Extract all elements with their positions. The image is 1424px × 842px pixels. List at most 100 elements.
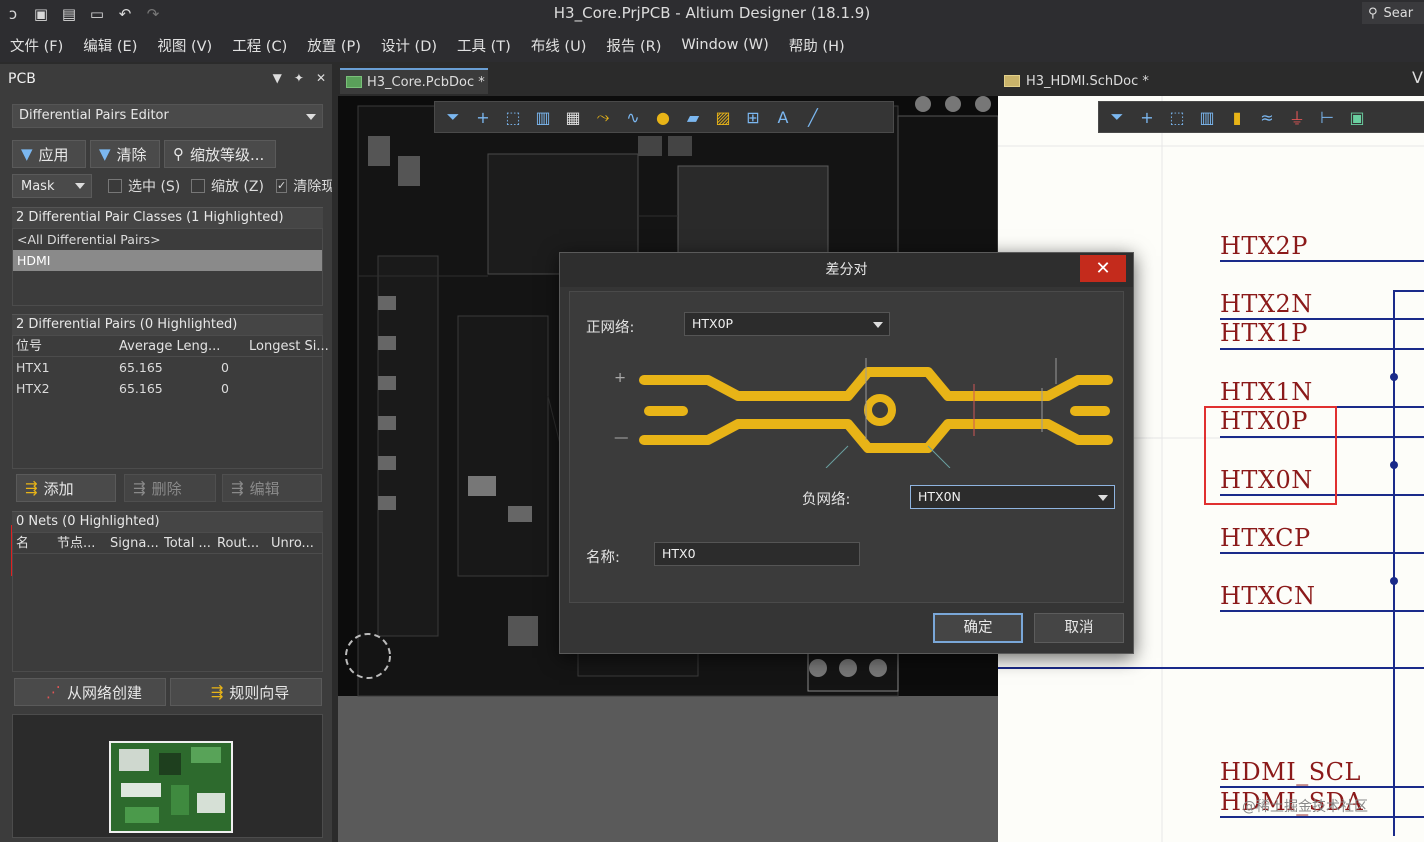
column-header[interactable]: 位号 xyxy=(16,336,42,357)
rule-wizard-button[interactable]: ⇶ 规则向导 xyxy=(170,678,322,706)
clear-existing-checkbox[interactable]: ✓ 清除现 xyxy=(276,176,332,196)
port-icon[interactable]: ⊢ xyxy=(1315,105,1339,129)
menu-reports[interactable]: 报告 (R) xyxy=(606,35,661,56)
net-label[interactable]: HTXCP xyxy=(1220,524,1311,552)
zoom-level-button[interactable]: ⚲ 缩放等级... xyxy=(164,140,276,168)
net-label[interactable]: HTX1P xyxy=(1220,319,1308,347)
list-item[interactable]: HDMI xyxy=(13,250,322,271)
zoom-checkbox-label: 缩放 (Z) xyxy=(211,179,264,195)
dimension-icon[interactable]: ⊞ xyxy=(741,105,765,129)
panel-close-icon[interactable]: ✕ xyxy=(316,71,326,85)
text-icon[interactable]: A xyxy=(771,105,795,129)
column-header[interactable]: Longest Si... xyxy=(249,336,329,357)
component-icon[interactable]: ▦ xyxy=(561,105,585,129)
diff-pair-icon[interactable]: ∿ xyxy=(621,105,645,129)
app-logo-icon[interactable]: ↄ xyxy=(4,5,22,23)
pin-icon[interactable]: ✦ xyxy=(294,71,304,85)
menu-project[interactable]: 工程 (C) xyxy=(232,35,287,56)
select-checkbox[interactable]: 选中 (S) xyxy=(108,176,180,196)
bus-icon[interactable]: ≈ xyxy=(1255,105,1279,129)
net-label[interactable]: HTXCN xyxy=(1220,582,1315,610)
tab-pcb-document[interactable]: H3_Core.PcbDoc * xyxy=(340,68,488,94)
edit-button[interactable]: ⇶ 编辑 xyxy=(222,474,322,502)
clear-button[interactable]: ▼ 清除 xyxy=(90,140,160,168)
crosshair-icon[interactable]: + xyxy=(471,105,495,129)
open-folder-icon[interactable]: ▭ xyxy=(88,5,106,23)
menu-window[interactable]: Window (W) xyxy=(681,37,768,53)
negative-net-select[interactable]: HTX0N xyxy=(910,485,1115,509)
minus-sign: — xyxy=(614,430,629,446)
delete-button[interactable]: ⇶ 删除 xyxy=(124,474,216,502)
panel-mode-select[interactable]: Differential Pairs Editor xyxy=(12,104,323,128)
route-icon[interactable]: ⤳ xyxy=(591,105,615,129)
menu-view[interactable]: 视图 (V) xyxy=(157,35,212,56)
net-label[interactable]: HTX1N xyxy=(1220,378,1313,406)
tab-overflow[interactable]: V xyxy=(1412,68,1423,87)
rule-wizard-icon: ⇶ xyxy=(210,683,224,701)
filter-icon[interactable]: ⏷ xyxy=(441,105,465,129)
save-icon[interactable]: ▣ xyxy=(32,5,50,23)
redo-icon[interactable]: ↷ xyxy=(144,5,162,23)
via-icon[interactable]: ● xyxy=(651,105,675,129)
create-from-nets-button[interactable]: ⋰ 从网络创建 xyxy=(14,678,166,706)
save-all-icon[interactable]: ▤ xyxy=(60,5,78,23)
menu-tools[interactable]: 工具 (T) xyxy=(457,35,511,56)
fill-icon[interactable]: ▰ xyxy=(681,105,705,129)
column-header[interactable]: Signa... xyxy=(110,533,159,554)
net-label[interactable]: HTX2P xyxy=(1220,232,1308,260)
quick-access-toolbar: ↄ ▣ ▤ ▭ ↶ ↷ xyxy=(0,5,162,23)
board-navigator[interactable] xyxy=(12,714,323,838)
align-icon[interactable]: ▥ xyxy=(1195,105,1219,129)
chevron-down-icon xyxy=(1098,495,1108,501)
zoom-checkbox[interactable]: 缩放 (Z) xyxy=(191,176,264,196)
align-icon[interactable]: ▥ xyxy=(531,105,555,129)
crosshair-icon[interactable]: + xyxy=(1135,105,1159,129)
filter-icon[interactable]: ⏷ xyxy=(1105,105,1129,129)
dialog-close-button[interactable]: ✕ xyxy=(1080,255,1126,282)
menu-file[interactable]: 文件 (F) xyxy=(10,35,63,56)
add-label: 添加 xyxy=(43,479,74,498)
part-icon[interactable]: ▮ xyxy=(1225,105,1249,129)
name-input[interactable]: HTX0 xyxy=(654,542,860,566)
ok-button[interactable]: 确定 xyxy=(933,613,1023,643)
column-header[interactable]: 节点... xyxy=(57,533,95,554)
column-header[interactable]: Rout... xyxy=(217,533,259,554)
column-header[interactable]: Average Leng... xyxy=(119,336,220,357)
table-row[interactable]: HTX1 65.165 0 xyxy=(13,357,322,378)
junction-dot xyxy=(1390,577,1398,585)
menu-help[interactable]: 帮助 (H) xyxy=(789,35,845,56)
pairs-header-label: 2 Differential Pairs (0 Highlighted) xyxy=(16,317,238,332)
apply-button[interactable]: ▼ 应用 xyxy=(12,140,86,168)
sheet-icon[interactable]: ▣ xyxy=(1345,105,1369,129)
column-header[interactable]: 名 xyxy=(16,533,29,554)
polygon-icon[interactable]: ▨ xyxy=(711,105,735,129)
list-item[interactable]: <All Differential Pairs> xyxy=(13,229,322,250)
cancel-button[interactable]: 取消 xyxy=(1034,613,1124,643)
select-rect-icon[interactable]: ⬚ xyxy=(1165,105,1189,129)
board-thumbnail[interactable] xyxy=(109,741,233,833)
menu-edit[interactable]: 编辑 (E) xyxy=(83,35,137,56)
add-button[interactable]: ⇶ 添加 xyxy=(16,474,116,502)
table-row[interactable]: HTX2 65.165 0 xyxy=(13,378,322,399)
zoom-level-label: 缩放等级... xyxy=(190,145,265,164)
menu-route[interactable]: 布线 (U) xyxy=(531,35,587,56)
column-header[interactable]: Unro... xyxy=(271,533,314,554)
rule-wizard-label: 规则向导 xyxy=(229,683,290,702)
positive-net-select[interactable]: HTX0P xyxy=(684,312,890,336)
panel-menu-icon[interactable]: ▼ xyxy=(273,71,282,85)
menu-design[interactable]: 设计 (D) xyxy=(381,35,437,56)
line-icon[interactable]: ╱ xyxy=(801,105,825,129)
magnifier-icon: ⚲ xyxy=(173,145,184,163)
menu-place[interactable]: 放置 (P) xyxy=(307,35,361,56)
tab-schematic-document[interactable]: H3_HDMI.SchDoc * xyxy=(1000,68,1200,94)
select-rect-icon[interactable]: ⬚ xyxy=(501,105,525,129)
net-label[interactable]: HDMI_SCL xyxy=(1220,758,1361,786)
search-box[interactable]: ⚲ Sear xyxy=(1362,2,1424,24)
undo-icon[interactable]: ↶ xyxy=(116,5,134,23)
column-header[interactable]: Total ... xyxy=(164,533,211,554)
clear-label: 清除 xyxy=(116,145,147,164)
ground-icon[interactable]: ⏚ xyxy=(1285,105,1309,129)
net-label[interactable]: HTX2N xyxy=(1220,290,1313,318)
mask-select[interactable]: Mask xyxy=(12,174,92,198)
board-thumbnail-art xyxy=(111,743,231,831)
